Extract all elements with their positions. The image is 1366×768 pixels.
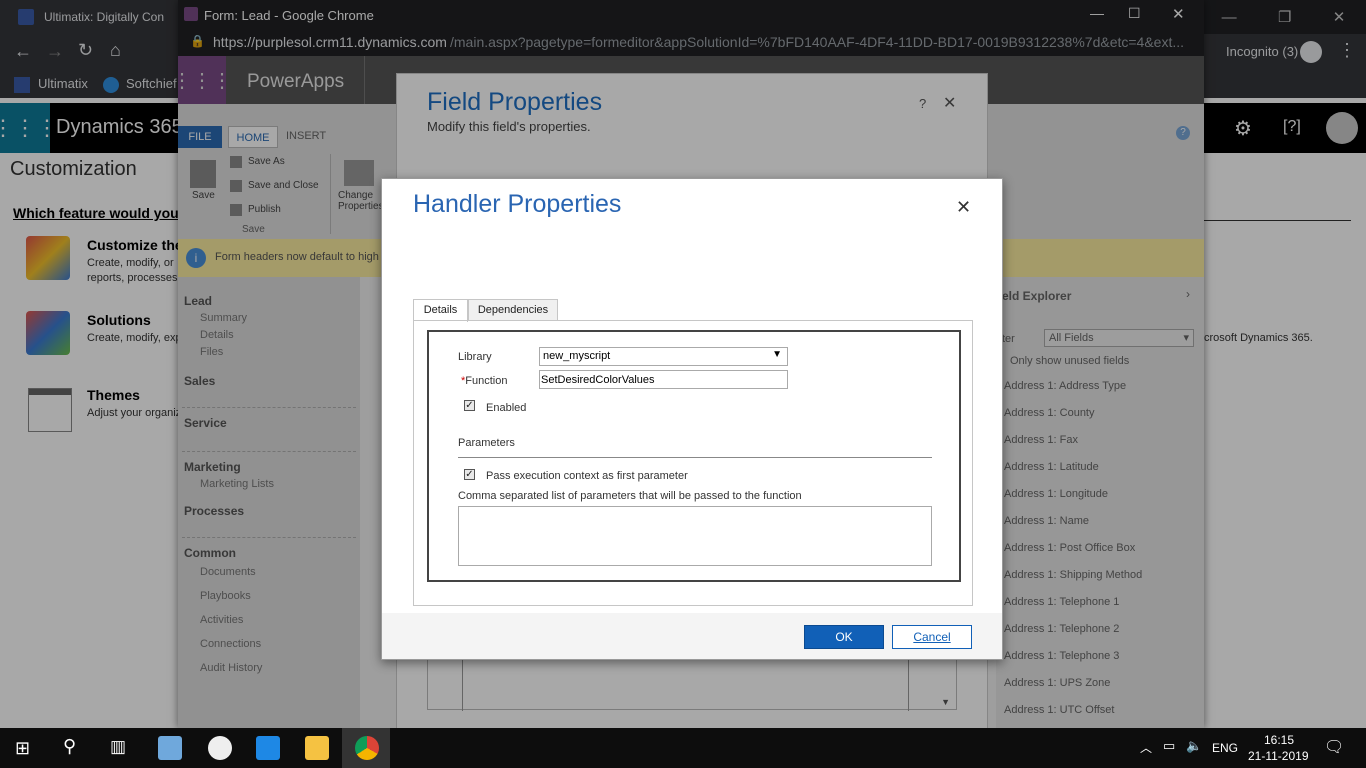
app-icon[interactable] <box>158 736 182 760</box>
function-label: *Function <box>461 375 507 387</box>
library-select[interactable]: new_myscript ▼ <box>539 347 788 366</box>
photos-icon[interactable] <box>208 736 232 760</box>
details-panel: Library new_myscript ▼ *Function ✓ Enabl… <box>413 320 973 606</box>
handler-details-group: Library new_myscript ▼ *Function ✓ Enabl… <box>427 330 961 582</box>
search-icon[interactable]: ⚲ <box>63 736 76 757</box>
network-icon[interactable]: ▭ <box>1163 738 1175 754</box>
chrome-icon <box>355 736 379 760</box>
enabled-checkbox[interactable]: ✓ <box>464 400 475 411</box>
enabled-label: Enabled <box>486 402 527 414</box>
library-value: new_myscript <box>543 350 611 362</box>
windows-start-icon[interactable]: ⊞ <box>15 738 30 759</box>
file-explorer-icon[interactable] <box>305 736 329 760</box>
notifications-icon[interactable]: 🗨 <box>1324 737 1344 757</box>
clock-date[interactable]: 21-11-2019 <box>1248 749 1309 763</box>
pass-context-label: Pass execution context as first paramete… <box>486 470 688 482</box>
function-label-text: Function <box>465 375 508 387</box>
tab-details[interactable]: Details <box>413 299 468 322</box>
chevron-up-icon[interactable]: ︿ <box>1140 739 1152 756</box>
handler-properties-dialog: Handler Properties ✕ Details Dependencie… <box>381 178 1003 660</box>
parameters-heading: Parameters <box>458 437 515 449</box>
cancel-button[interactable]: Cancel <box>892 625 972 649</box>
close-icon[interactable]: ✕ <box>956 197 971 218</box>
language-indicator[interactable]: ENG <box>1212 741 1238 755</box>
pass-context-checkbox[interactable]: ✓ <box>464 469 475 480</box>
library-label: Library <box>458 351 492 363</box>
comma-separated-label: Comma separated list of parameters that … <box>458 490 802 502</box>
function-input[interactable] <box>539 370 788 389</box>
handler-properties-title: Handler Properties <box>413 190 622 218</box>
dropdown-arrow-icon: ▼ <box>772 349 782 360</box>
ok-button[interactable]: OK <box>804 625 884 649</box>
divider <box>458 457 932 458</box>
taskbar: ⊞ ⚲ ▥ ︿ ▭ 🔈 ENG 16:15 21-11-2019 🗨 <box>0 728 1366 768</box>
app-icon[interactable] <box>256 736 280 760</box>
task-view-icon[interactable]: ▥ <box>110 737 126 757</box>
tab-dependencies[interactable]: Dependencies <box>468 299 558 321</box>
parameters-textarea[interactable] <box>458 506 932 566</box>
volume-icon[interactable]: 🔈 <box>1186 738 1202 754</box>
clock-time[interactable]: 16:15 <box>1264 733 1294 747</box>
